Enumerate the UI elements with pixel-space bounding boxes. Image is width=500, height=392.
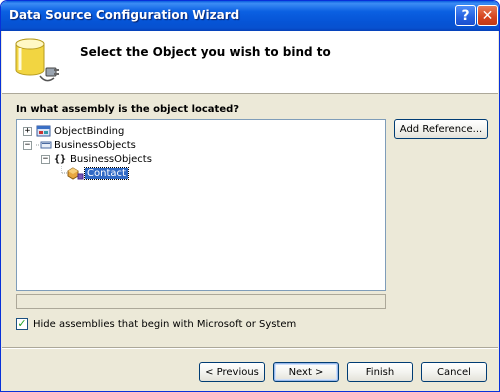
cancel-label: Cancel	[437, 366, 471, 378]
class-icon	[61, 166, 84, 180]
tree-item-label: BusinessObjects	[70, 153, 152, 165]
add-reference-button[interactable]: Add Reference...	[394, 119, 488, 139]
expand-icon[interactable]: +	[23, 126, 32, 136]
tree-item-label: ObjectBinding	[54, 125, 125, 137]
tree-item-label: Contact	[84, 166, 129, 180]
assembly-question-label: In what assembly is the object located?	[16, 104, 240, 115]
assembly-tree[interactable]: + ObjectBinding − BusinessObjects − {} B…	[16, 119, 386, 291]
footer-divider	[2, 347, 498, 349]
tree-item-businessobjects-assembly[interactable]: − BusinessObjects	[23, 138, 138, 152]
close-button[interactable]: ✕	[477, 5, 498, 26]
wizard-window: Data Source Configuration Wizard ? ✕ Sel…	[0, 0, 500, 392]
tree-item-contact[interactable]: Contact	[61, 166, 129, 180]
wizard-header: Select the Object you wish to bind to	[2, 31, 498, 94]
finish-label: Finish	[365, 366, 395, 378]
namespace-icon: {}	[54, 153, 67, 165]
title-bar[interactable]: Data Source Configuration Wizard ? ✕	[1, 1, 499, 31]
description-panel	[16, 294, 386, 309]
tree-item-label: BusinessObjects	[54, 139, 136, 151]
next-label: Next >	[288, 366, 324, 378]
next-button[interactable]: Next >	[273, 362, 339, 382]
hide-assemblies-checkbox[interactable]: ✓	[16, 318, 28, 330]
cancel-button[interactable]: Cancel	[421, 362, 487, 382]
hide-assemblies-label: Hide assemblies that begin with Microsof…	[33, 318, 297, 330]
help-button[interactable]: ?	[455, 5, 476, 26]
collapse-icon[interactable]: −	[23, 140, 32, 150]
previous-label: < Previous	[205, 366, 259, 378]
database-plug-icon	[15, 38, 59, 82]
add-reference-label: Add Reference...	[399, 123, 483, 135]
close-icon: ✕	[481, 7, 494, 24]
tree-item-businessobjects-namespace[interactable]: − {} BusinessObjects	[41, 152, 154, 166]
tree-item-objectbinding[interactable]: + ObjectBinding	[23, 124, 126, 138]
window-title: Data Source Configuration Wizard	[9, 8, 240, 22]
help-icon: ?	[461, 7, 470, 24]
previous-button[interactable]: < Previous	[199, 362, 265, 382]
collapse-icon[interactable]: −	[41, 154, 50, 164]
page-title: Select the Object you wish to bind to	[80, 45, 331, 59]
project-icon	[36, 125, 51, 137]
finish-button[interactable]: Finish	[347, 362, 413, 382]
checkmark-icon: ✓	[17, 317, 27, 330]
hide-assemblies-option[interactable]: ✓ Hide assemblies that begin with Micros…	[16, 318, 296, 330]
assembly-icon	[36, 141, 52, 149]
